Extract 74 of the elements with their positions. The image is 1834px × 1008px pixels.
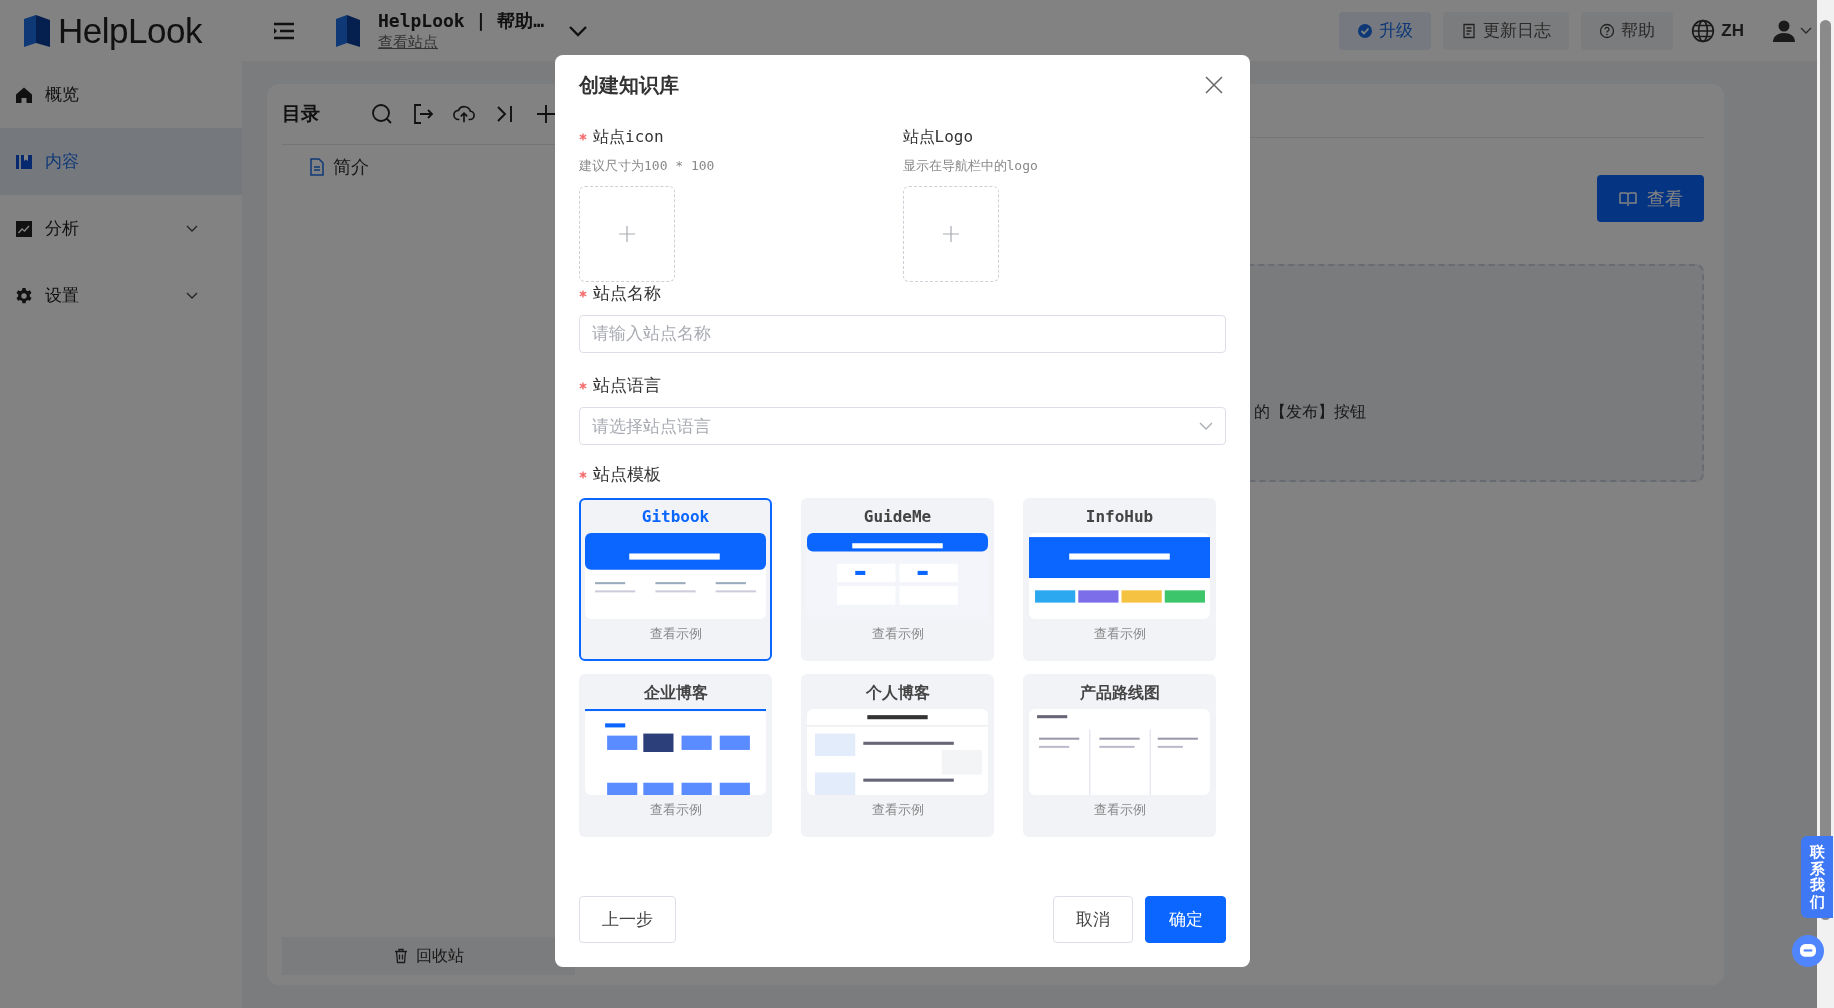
directory-item[interactable]: 简介 [309, 155, 575, 179]
dialog-title: 创建知识库 [579, 72, 679, 98]
field-label: 站点Logo [902, 126, 974, 148]
document-icon [1461, 22, 1478, 39]
template-card[interactable]: Gitbook 查看示例 [579, 498, 772, 661]
view-example-link[interactable]: 查看示例 [1093, 625, 1146, 643]
view-example-link[interactable]: 查看示例 [1093, 801, 1146, 819]
brand-name: HelpLook [58, 10, 202, 51]
trash-icon [393, 948, 408, 964]
sidebar-item[interactable]: 设置 [0, 262, 242, 329]
export-icon[interactable] [412, 103, 434, 125]
home-icon [15, 85, 33, 104]
template-card[interactable]: InfoHub 查看示例 [1023, 498, 1216, 661]
field-label: 站点语言 [593, 375, 661, 397]
template-card[interactable]: 企业博客 查看示例 [579, 674, 772, 837]
sidebar-item[interactable]: 分析 [0, 195, 242, 262]
template-card[interactable]: 个人博客 查看示例 [801, 674, 994, 837]
field-label: 站点icon [593, 126, 664, 148]
changelog-button[interactable]: 更新日志 [1443, 11, 1570, 50]
site-name-input[interactable]: 请输入站点名称 [579, 315, 1226, 353]
template-card[interactable]: 产品路线图 查看示例 [1023, 674, 1216, 837]
confirm-button[interactable]: 确定 [1145, 896, 1226, 943]
add-icon[interactable] [535, 103, 557, 125]
help-icon [1599, 22, 1616, 39]
view-site-link[interactable]: 查看站点 [378, 33, 545, 52]
plus-icon [942, 226, 959, 242]
chevron-down-icon [1199, 422, 1213, 430]
language-button[interactable]: ZH [1685, 11, 1750, 50]
contact-us-tab[interactable]: 联系我们 [1801, 836, 1833, 918]
chevron-down-icon[interactable] [568, 24, 589, 37]
bookshelf-icon [15, 152, 33, 171]
chart-icon [15, 219, 33, 238]
chevron-down-icon [1800, 26, 1812, 35]
template-name: 产品路线图 [1079, 682, 1160, 704]
template-card[interactable]: GuideMe 查看示例 [801, 498, 994, 661]
upload-cloud-icon[interactable] [453, 103, 475, 125]
book-icon [1618, 190, 1637, 207]
site-logo-icon [335, 13, 361, 48]
document-icon [309, 158, 325, 176]
search-icon[interactable] [371, 103, 393, 125]
template-name: 个人博客 [865, 682, 930, 704]
cancel-button[interactable]: 取消 [1053, 896, 1133, 943]
template-name: Gitbook [641, 506, 710, 528]
view-example-link[interactable]: 查看示例 [871, 625, 924, 643]
sidebar-item[interactable]: 内容 [0, 128, 242, 195]
check-circle-icon [1357, 22, 1374, 39]
template-name: GuideMe [863, 506, 932, 528]
site-title: HelpLook | 帮助… [378, 9, 545, 33]
help-button[interactable]: 帮助 [1581, 11, 1674, 50]
user-icon [1772, 18, 1796, 43]
view-example-link[interactable]: 查看示例 [871, 801, 924, 819]
user-menu[interactable] [1772, 18, 1812, 43]
view-example-link[interactable]: 查看示例 [649, 625, 702, 643]
upgrade-button[interactable]: 升级 [1339, 11, 1432, 50]
menu-icon[interactable] [272, 20, 296, 41]
language-select[interactable]: 请选择站点语言 [579, 407, 1226, 445]
view-example-link[interactable]: 查看示例 [649, 801, 702, 819]
template-name: 企业博客 [643, 682, 708, 704]
notice-text: 的【发布】按钮 [1254, 402, 1366, 422]
directory-title: 目录 [282, 102, 320, 126]
field-hint: 建议尺寸为100 * 100 [579, 157, 716, 175]
plus-icon [619, 226, 635, 242]
sidebar-item[interactable]: 概览 [0, 61, 242, 128]
field-label: 站点名称 [593, 283, 661, 305]
field-label: 站点模板 [593, 464, 661, 486]
template-name: InfoHub [1085, 506, 1154, 528]
globe-icon [1691, 18, 1716, 43]
close-icon[interactable] [1205, 76, 1223, 94]
field-hint: 显示在导航栏中的logo [902, 157, 1039, 175]
recycle-bin-button[interactable]: 回收站 [282, 937, 575, 975]
settings-icon [15, 286, 33, 305]
back-button[interactable]: 上一步 [579, 896, 676, 943]
view-button[interactable]: 查看 [1597, 175, 1704, 222]
chat-icon[interactable] [1792, 935, 1824, 967]
